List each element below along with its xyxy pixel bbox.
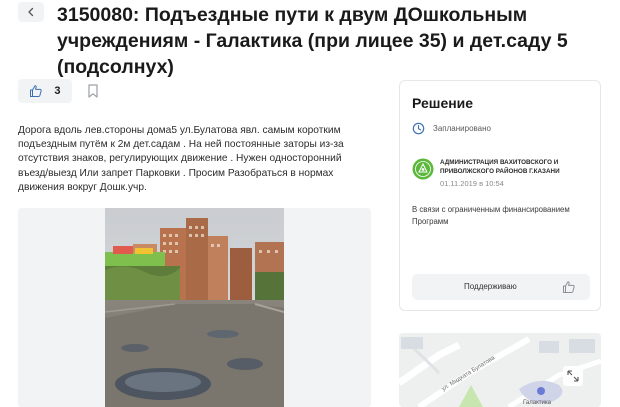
expand-icon[interactable] bbox=[563, 366, 583, 386]
organization-row: Администрация Вахитовского и Приволжског… bbox=[412, 158, 590, 188]
like-count: 3 bbox=[54, 85, 61, 97]
decision-title: Решение bbox=[412, 95, 474, 111]
decision-text: В связи с ограниченным финансированием П… bbox=[412, 205, 570, 226]
chevron-left-icon bbox=[28, 7, 34, 17]
decision-date: 01.11.2019 в 10:54 bbox=[440, 179, 504, 188]
thumbs-up-icon bbox=[563, 281, 575, 293]
status-label: Запланировано bbox=[433, 124, 491, 133]
photo-container[interactable] bbox=[18, 208, 371, 407]
problem-description: Дорога вдоль лев.стороны дома5 ул.Булато… bbox=[18, 125, 344, 193]
organization-info: Администрация Вахитовского и Приволжског… bbox=[440, 158, 590, 188]
problem-photo[interactable] bbox=[105, 208, 284, 407]
thumbs-up-icon bbox=[30, 85, 43, 97]
back-button[interactable] bbox=[18, 2, 44, 22]
vote-row: 3 bbox=[18, 79, 100, 103]
map-place-label: Галактика bbox=[523, 400, 552, 406]
location-map[interactable]: ул. Мидхата Булатова Галактика bbox=[399, 333, 601, 407]
status-row: Запланировано bbox=[412, 122, 491, 135]
organization-logo-icon bbox=[412, 158, 434, 180]
bookmark-icon[interactable] bbox=[86, 83, 100, 99]
support-button[interactable]: Поддерживаю bbox=[412, 274, 590, 300]
decision-card: Решение Запланировано Администрация Вахи… bbox=[399, 80, 601, 311]
page-title: 3150080: Подъездные пути к двум ДОшкольн… bbox=[57, 4, 568, 78]
clock-icon bbox=[412, 122, 425, 135]
support-button-label: Поддерживаю bbox=[464, 282, 517, 291]
organization-name: Администрация Вахитовского и Приволжског… bbox=[440, 159, 560, 175]
like-button[interactable]: 3 bbox=[18, 79, 72, 103]
